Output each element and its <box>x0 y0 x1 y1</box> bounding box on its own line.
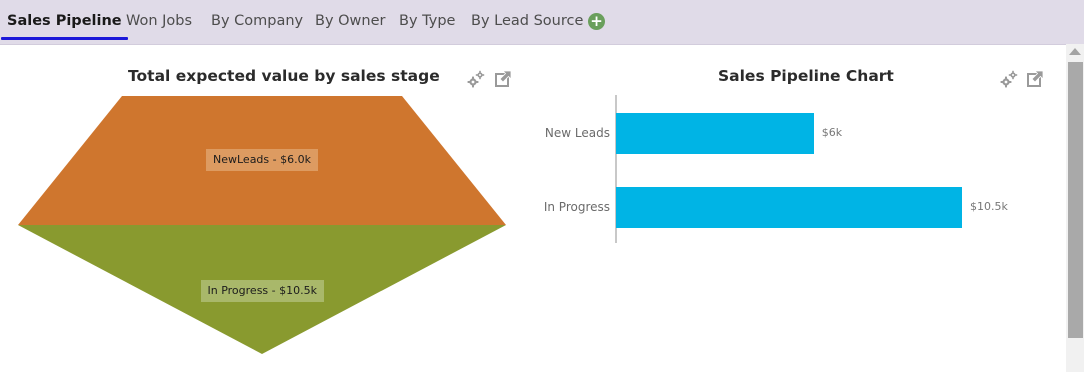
tab-label: By Owner <box>315 13 386 29</box>
tab-label: By Type <box>399 13 456 29</box>
funnel-chart <box>18 96 506 354</box>
tab-by-owner[interactable]: By Owner <box>315 0 385 40</box>
tab-by-type[interactable]: By Type <box>399 0 455 40</box>
bar-widget-title: Sales Pipeline Chart <box>718 67 894 85</box>
tab-label: By Company <box>211 13 304 29</box>
tab-by-lead-source[interactable]: By Lead Source <box>471 0 583 40</box>
popout-icon[interactable] <box>494 70 512 88</box>
tab-by-company[interactable]: By Company <box>211 0 303 40</box>
tab-label: By Lead Source <box>471 13 584 29</box>
scrollbar-thumb[interactable] <box>1068 62 1083 338</box>
tab-label: Won Jobs <box>126 13 193 29</box>
bar-value-label: $6k <box>821 126 843 139</box>
tab-won-jobs[interactable]: Won Jobs <box>126 0 192 40</box>
bar-category-label: In Progress <box>543 200 610 214</box>
gear-icon[interactable] <box>1000 70 1018 88</box>
funnel-segment-label: In Progress - $10.5k <box>200 280 324 302</box>
gear-icon[interactable] <box>467 70 485 88</box>
popout-icon[interactable] <box>1026 70 1044 88</box>
funnel-widget-title: Total expected value by sales stage <box>128 67 440 85</box>
bar <box>616 187 962 228</box>
tab-sales-pipeline[interactable]: Sales Pipeline <box>1 0 128 40</box>
tab-label: Sales Pipeline <box>7 13 122 29</box>
bar <box>616 113 814 154</box>
scroll-up-arrow[interactable] <box>1069 48 1081 55</box>
add-tab-button[interactable]: + <box>588 13 605 30</box>
bar-value-label: $10.5k <box>970 200 1008 213</box>
tab-bar: Sales Pipeline Won Jobs By Company By Ow… <box>0 0 1084 45</box>
active-tab-underline <box>1 37 128 40</box>
bar-category-label: New Leads <box>544 126 610 140</box>
funnel-segment-label: NewLeads - $6.0k <box>206 149 318 171</box>
